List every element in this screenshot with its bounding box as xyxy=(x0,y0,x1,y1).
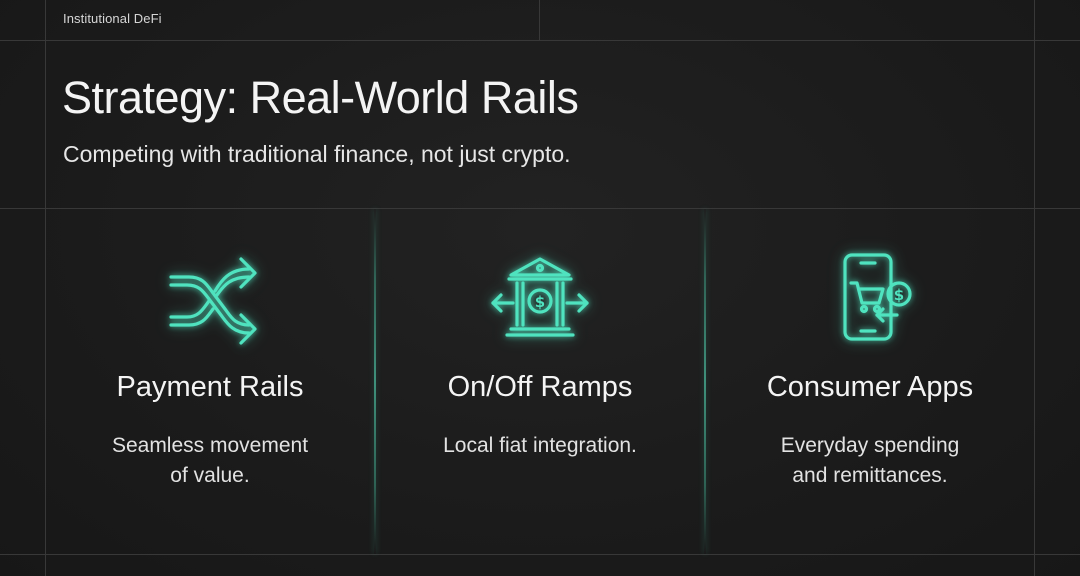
phone-cart-dollar-icon: $ xyxy=(815,253,925,349)
feature-description: Local fiat integration. xyxy=(376,431,704,461)
grid-line-horizontal xyxy=(0,40,1080,41)
svg-text:$: $ xyxy=(894,286,904,304)
feature-title: Payment Rails xyxy=(116,371,304,403)
grid-line-horizontal xyxy=(0,554,1080,555)
feature-description-line: Everyday spending xyxy=(780,434,960,457)
grid-line-vertical xyxy=(539,0,540,40)
feature-card-payment-rails: Payment Rails Seamless movement of value… xyxy=(46,209,374,554)
page-subtitle: Competing with traditional finance, not … xyxy=(63,141,571,167)
feature-description-line: Local fiat integration. xyxy=(443,434,637,457)
eyebrow-label: Institutional DeFi xyxy=(63,11,162,26)
feature-title: On/Off Ramps xyxy=(447,371,633,403)
feature-card-on-off-ramps: $ On/Off Ramps Local fiat integration. xyxy=(376,209,704,554)
feature-title: Consumer Apps xyxy=(766,371,974,403)
feature-description-line: Seamless movement xyxy=(111,434,309,457)
svg-text:$: $ xyxy=(535,293,545,311)
feature-card-consumer-apps: $ Consumer Apps Everyday spending and re… xyxy=(706,209,1034,554)
feature-description: Seamless movement of value. xyxy=(46,431,374,491)
shuffle-arrows-icon xyxy=(155,253,265,349)
feature-description-line: and remittances. xyxy=(792,464,948,487)
feature-description: Everyday spending and remittances. xyxy=(706,431,1034,491)
page-title: Strategy: Real-World Rails xyxy=(62,72,579,123)
feature-description-line: of value. xyxy=(170,464,250,487)
bank-exchange-icon: $ xyxy=(485,253,595,349)
slide: Institutional DeFi Strategy: Real-World … xyxy=(0,0,1080,576)
grid-line-vertical xyxy=(1034,0,1035,576)
